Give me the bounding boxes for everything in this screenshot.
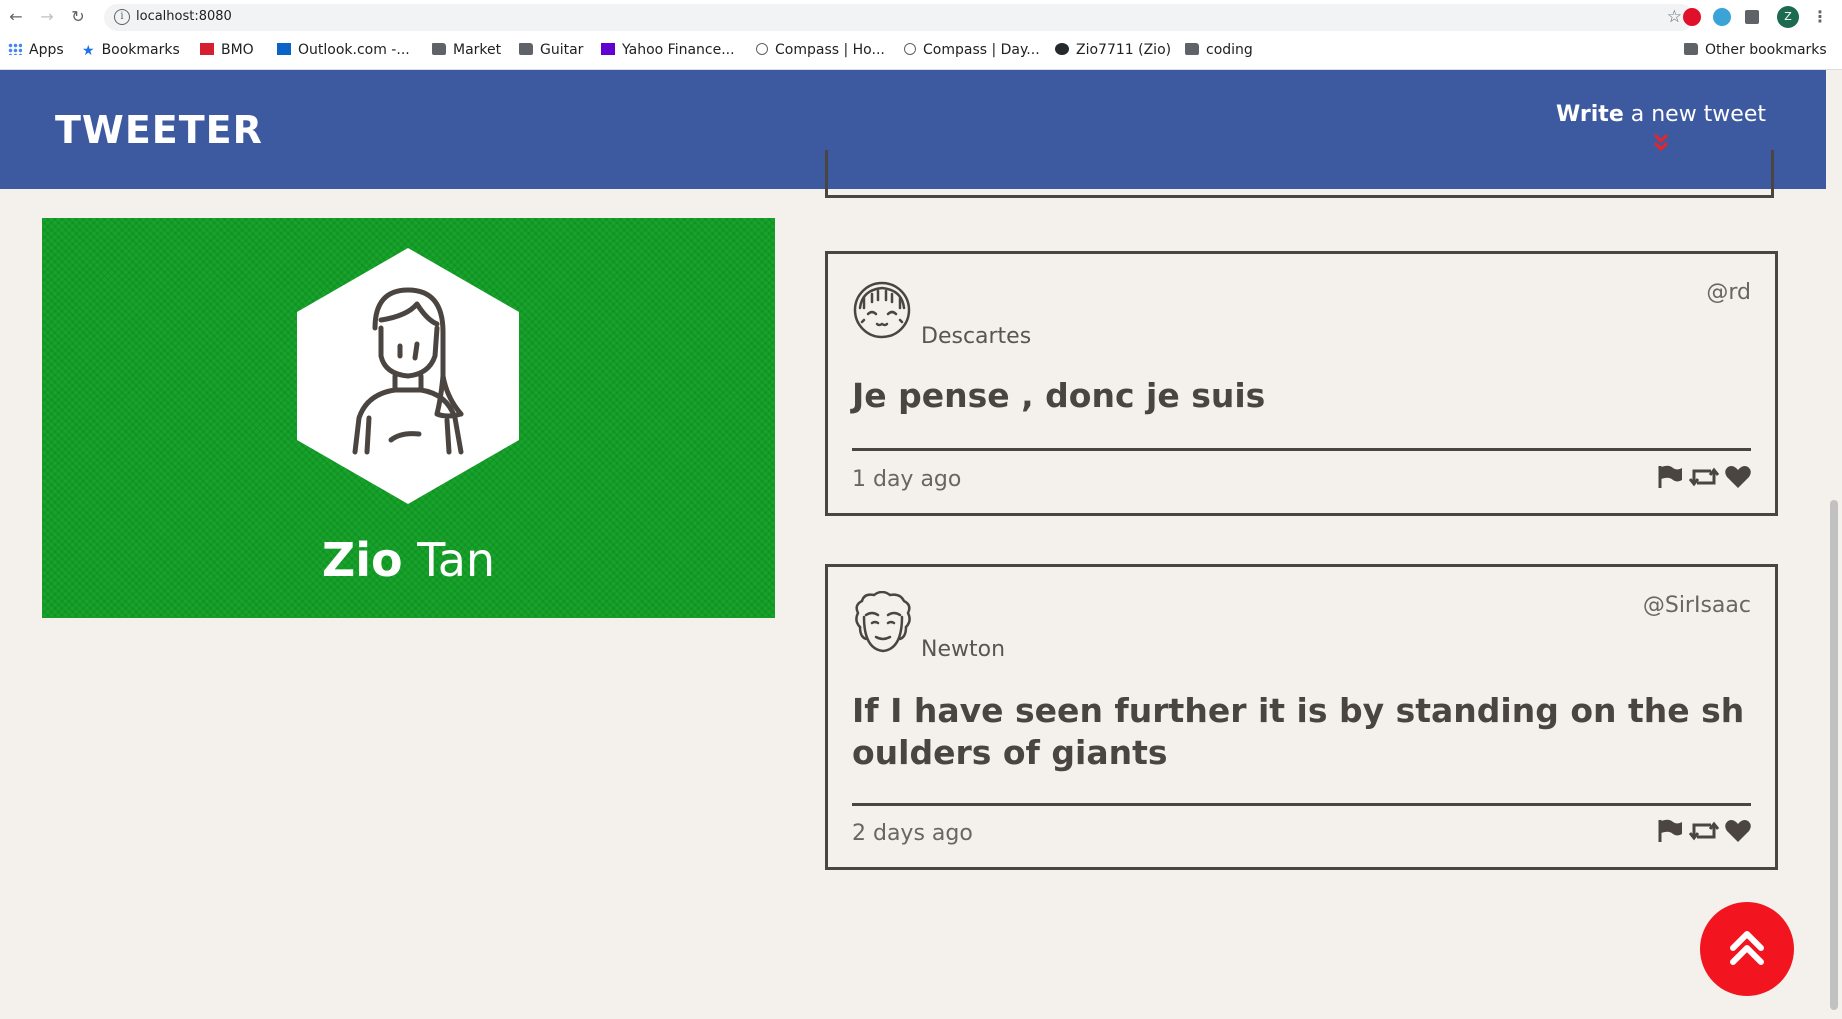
bookmark-apps[interactable]: Apps [8,42,64,58]
scroll-to-top-button[interactable] [1700,902,1794,996]
compose-tweet-toggle[interactable]: Write a new tweet [1556,102,1766,154]
double-chevron-up-icon [1729,928,1765,972]
star-icon: ★ [82,43,95,59]
tweet-card: Descartes @rd Je pense , donc je suis 1 … [825,251,1778,516]
brand-logo[interactable]: TWEETER [55,108,263,152]
folder-icon [519,43,533,55]
flag-icon[interactable] [1657,819,1683,843]
retweet-icon[interactable] [1689,819,1719,843]
tweet-author-avatar [852,278,912,346]
bookmark-label: Apps [29,42,64,58]
outlook-icon [277,43,291,55]
globe-icon [756,43,768,55]
tweet-author-handle: @rd [1706,280,1751,305]
tweet-divider [852,448,1751,451]
github-icon [1055,43,1069,55]
bookmark-star-icon[interactable]: ☆ [1667,7,1682,27]
bookmark-label: Other bookmarks [1705,42,1827,58]
tweet-timestamp: 1 day ago [852,467,962,492]
profile-avatar[interactable]: Z [1777,6,1799,28]
address-bar[interactable]: i localhost:8080 ☆ [104,4,1694,31]
bookmark-label: coding [1206,42,1253,58]
bookmark-guitar[interactable]: Guitar [519,42,583,58]
page-scrollbar-thumb[interactable] [1830,500,1838,1010]
globe-icon [904,43,916,55]
bookmark-github[interactable]: Zio7711 (Zio) [1055,42,1171,58]
bmo-icon [200,43,214,55]
forward-arrow-icon[interactable]: → [37,7,57,27]
tweet-author-avatar [852,590,912,659]
tweet-divider [852,803,1751,806]
browser-toolbar: ← → ↻ i localhost:8080 ☆ Z ⋮ [0,0,1842,35]
other-bookmarks[interactable]: Other bookmarks [1684,42,1827,58]
back-arrow-icon[interactable]: ← [6,7,26,27]
bookmark-compass-home[interactable]: Compass | Ho... [756,42,885,58]
bookmark-outlook[interactable]: Outlook.com -... [277,42,410,58]
shield-extension-icon[interactable] [1713,8,1731,26]
tweet-actions [1657,819,1751,843]
tweet-author-name: Descartes [921,324,1032,349]
tweet-content: Je pense , donc je suis [852,376,1266,415]
tweet-author-name: Newton [921,637,1006,662]
profile-first-name: Zio [321,533,403,587]
browser-menu-icon[interactable]: ⋮ [1810,7,1830,27]
opera-extension-icon[interactable] [1683,8,1701,26]
tweet-card-previous [825,150,1774,198]
profile-avatar-hexagon [297,248,519,504]
bookmark-label: Bookmarks [101,42,180,58]
folder-icon [1185,43,1199,55]
compose-rest-text: a new tweet [1623,102,1766,127]
bookmark-market[interactable]: Market [432,42,501,58]
yahoo-icon [601,43,615,55]
bookmark-label: Compass | Ho... [775,42,885,58]
url-text[interactable]: localhost:8080 [136,9,232,24]
tweet-timestamp: 2 days ago [852,821,973,846]
heart-icon[interactable] [1725,465,1751,489]
bookmark-coding[interactable]: coding [1185,42,1253,58]
tweet-actions [1657,465,1751,489]
bookmark-label: Guitar [540,42,584,58]
bookmark-label: Outlook.com -... [298,42,410,58]
tweet-content: If I have seen further it is by standing… [852,691,1745,772]
reload-icon[interactable]: ↻ [68,7,88,27]
retweet-icon[interactable] [1689,465,1719,489]
apps-grid-icon [8,43,22,55]
profile-last-name: Tan [402,533,496,587]
folder-icon [1684,43,1698,55]
extensions-puzzle-icon[interactable] [1745,10,1759,24]
site-info-icon[interactable]: i [114,9,130,25]
bookmark-label: Compass | Day... [923,42,1040,58]
compose-bold-text: Write [1556,102,1624,127]
tweet-author-handle: @SirIsaac [1642,593,1751,618]
bookmark-label: Yahoo Finance... [622,42,735,58]
heart-icon[interactable] [1725,819,1751,843]
profile-name: Zio Tan [42,533,775,587]
bookmarks-bar: Apps ★ Bookmarks BMO Outlook.com -... Mar… [0,35,1842,70]
bookmark-bookmarks[interactable]: ★ Bookmarks [82,42,180,59]
bookmark-yahoo-finance[interactable]: Yahoo Finance... [601,42,735,58]
bookmark-label: Zio7711 (Zio) [1076,42,1172,58]
folder-icon [432,43,446,55]
tweet-card: Newton @SirIsaac If I have seen further … [825,564,1778,870]
bookmark-bmo[interactable]: BMO [200,42,254,58]
bookmark-label: BMO [221,42,254,58]
flag-icon[interactable] [1657,465,1683,489]
bookmark-label: Market [453,42,502,58]
profile-card: Zio Tan [42,218,775,618]
bookmark-compass-day[interactable]: Compass | Day... [904,42,1040,58]
